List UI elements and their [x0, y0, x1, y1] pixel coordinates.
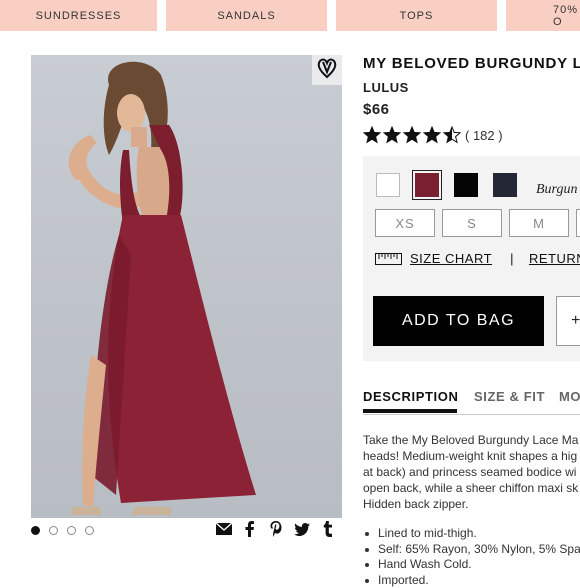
add-to-wishlist-button[interactable]: +	[556, 296, 580, 346]
swatch-white[interactable]	[376, 173, 400, 197]
twitter-icon[interactable]	[294, 521, 310, 537]
tab-description[interactable]: DESCRIPTION	[363, 389, 458, 404]
size-links: SIZE CHART | RETURN	[375, 251, 580, 266]
product-description: Take the My Beloved Burgundy Lace Ma hea…	[363, 432, 580, 512]
carousel-dot-4[interactable]	[85, 526, 94, 535]
link-separator: |	[510, 251, 514, 266]
description-line: open back, while a sheer chiffon maxi sk	[363, 480, 580, 496]
star-icon	[363, 126, 381, 144]
wishlist-button[interactable]	[312, 55, 342, 85]
size-m[interactable]: M	[509, 209, 569, 237]
category-nav: SUNDRESSES SANDALS TOPS 70% O	[0, 0, 580, 32]
facebook-icon[interactable]	[242, 521, 258, 537]
size-options: XS S M	[375, 209, 580, 237]
nav-sandals[interactable]: SANDALS	[166, 0, 327, 31]
swatch-navy[interactable]	[493, 173, 517, 197]
product-image[interactable]	[31, 55, 342, 518]
return-policy-link[interactable]: RETURN	[529, 251, 580, 266]
list-item: Lined to mid-thigh.	[363, 526, 580, 542]
star-icon	[443, 126, 461, 144]
swatch-burgundy[interactable]	[415, 173, 439, 197]
product-tabs: DESCRIPTION SIZE & FIT MO	[363, 389, 580, 415]
active-tab-indicator	[363, 409, 457, 413]
product-price: $66	[363, 101, 390, 118]
carousel-dot-3[interactable]	[67, 526, 76, 535]
list-item: Hand Wash Cold.	[363, 557, 580, 573]
envelope-icon[interactable]	[216, 521, 232, 537]
description-line: at back) and princess seamed bodice wi	[363, 464, 580, 480]
tumblr-icon[interactable]	[320, 521, 336, 537]
pinterest-icon[interactable]	[268, 521, 284, 537]
color-swatches	[376, 173, 517, 197]
product-options: Burgun XS S M SIZE CHART | RETURN ADD TO…	[363, 156, 580, 361]
review-count[interactable]: ( 182 )	[465, 128, 503, 143]
heart-icon	[317, 57, 337, 84]
add-to-bag-button[interactable]: ADD TO BAG	[373, 296, 544, 346]
nav-sundresses[interactable]: SUNDRESSES	[0, 0, 157, 31]
selected-color-name: Burgun	[536, 182, 577, 198]
description-line: Hidden back zipper.	[363, 496, 580, 512]
share-bar	[216, 521, 336, 537]
list-item: Imported.	[363, 573, 580, 588]
tab-more[interactable]: MO	[559, 389, 580, 404]
nav-sale[interactable]: 70% O	[506, 0, 580, 31]
list-item: Self: 65% Rayon, 30% Nylon, 5% Span	[363, 542, 580, 558]
star-icon	[403, 126, 421, 144]
product-details-list: Lined to mid-thigh. Self: 65% Rayon, 30%…	[363, 526, 580, 588]
carousel-dot-2[interactable]	[49, 526, 58, 535]
brand-name[interactable]: LULUS	[363, 80, 409, 95]
star-icon	[383, 126, 401, 144]
size-xs[interactable]: XS	[375, 209, 435, 237]
star-icon	[423, 126, 441, 144]
carousel-dots	[31, 526, 94, 535]
product-title: MY BELOVED BURGUNDY L	[363, 55, 580, 72]
dress-photo	[31, 55, 342, 518]
rating[interactable]: ( 182 )	[363, 126, 503, 144]
description-line: heads! Medium-weight knit shapes a hig	[363, 448, 580, 464]
tab-size-fit[interactable]: SIZE & FIT	[474, 389, 545, 404]
size-chart-link[interactable]: SIZE CHART	[410, 251, 492, 266]
star-rating	[363, 126, 461, 144]
size-more[interactable]	[576, 209, 580, 237]
swatch-black[interactable]	[454, 173, 478, 197]
size-s[interactable]: S	[442, 209, 502, 237]
description-line: Take the My Beloved Burgundy Lace Ma	[363, 432, 580, 448]
nav-tops[interactable]: TOPS	[336, 0, 497, 31]
carousel-dot-1[interactable]	[31, 526, 40, 535]
ruler-icon	[375, 253, 402, 265]
